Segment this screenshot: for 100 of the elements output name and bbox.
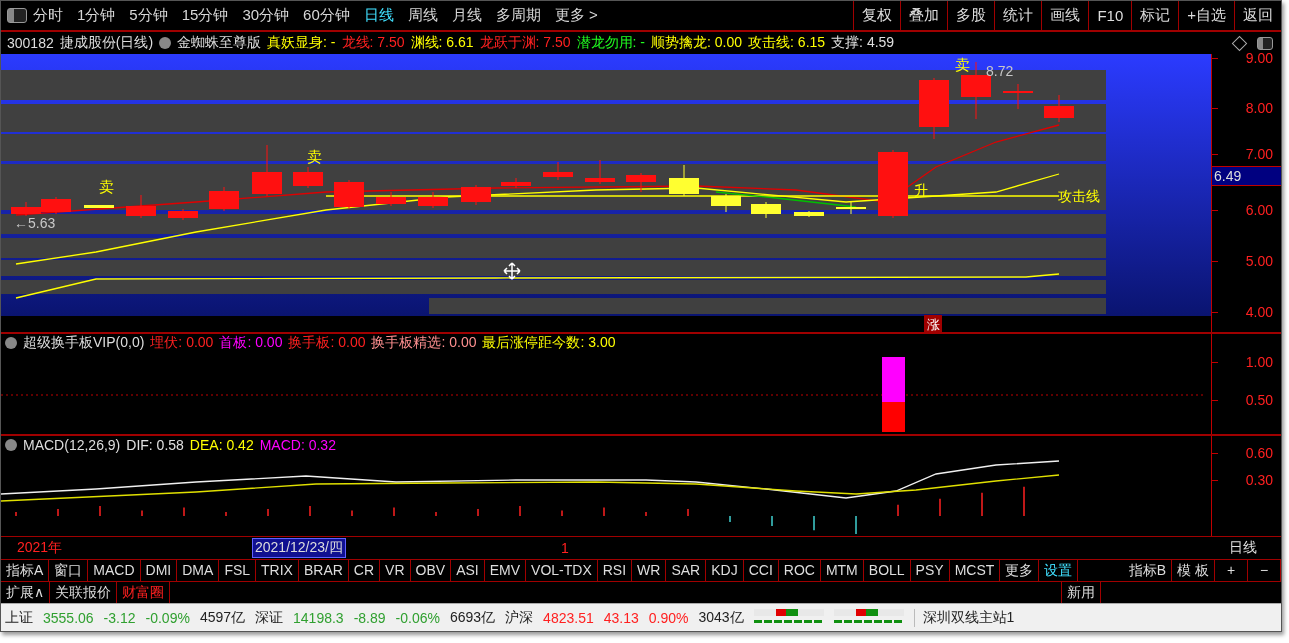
index-percent: -0.06% <box>395 609 440 626</box>
index-name: 上证 <box>5 608 33 627</box>
indicator-value: 支撑: 4.59 <box>831 34 895 52</box>
move-cursor-icon <box>503 262 521 280</box>
indicator-tab[interactable]: VR <box>380 560 411 581</box>
candlestick <box>168 208 198 221</box>
candlestick <box>334 179 364 210</box>
indicator-value: 渊线: 6.61 <box>410 34 474 52</box>
indicator-tool-button[interactable]: − <box>1248 560 1281 581</box>
indicator-tab[interactable]: MCST <box>949 560 1001 581</box>
toolbar-button[interactable]: F10 <box>1088 1 1132 30</box>
period-label: 日线 <box>1229 539 1257 557</box>
period-tab[interactable]: 周线 <box>407 6 438 25</box>
cursor-date-label: 2021/12/23/四 <box>252 538 346 558</box>
candlestick <box>669 164 699 197</box>
candlestick <box>501 177 531 189</box>
indicator-tab[interactable]: PSY <box>910 560 950 581</box>
indicator-tab[interactable]: CCI <box>743 560 779 581</box>
sell-signal-label: 卖 <box>954 56 970 73</box>
indicator-tab[interactable]: RSI <box>597 560 633 581</box>
indicator-tab[interactable]: ROC <box>778 560 821 581</box>
candlestick <box>794 210 824 218</box>
panel-toggle-icon[interactable] <box>7 8 27 23</box>
period-tab[interactable]: 30分钟 <box>242 6 290 25</box>
period-tab[interactable]: 月线 <box>451 6 482 25</box>
indicator-name: 超级换手板VIP(0,0) <box>23 334 145 352</box>
toolbar-button[interactable]: 叠加 <box>900 1 948 30</box>
indicator-tab[interactable]: EMV <box>484 560 527 581</box>
indicator-tab[interactable]: ASI <box>451 560 485 581</box>
toolbar-button[interactable]: 返回 <box>1234 1 1281 30</box>
period-tab[interactable]: 15分钟 <box>181 6 229 25</box>
indicator-tool-button[interactable]: + <box>1215 560 1248 581</box>
candlestick <box>209 186 239 212</box>
indicator-tab[interactable]: KDJ <box>706 560 744 581</box>
indicator-value: 顺势擒龙: 0.00 <box>651 34 743 52</box>
indicator-tool-button[interactable]: 模 板 <box>1172 560 1215 581</box>
toolbar-button[interactable]: 标记 <box>1131 1 1179 30</box>
indicator-tab[interactable]: DMI <box>140 560 178 581</box>
toolbar-button[interactable]: 复权 <box>853 1 901 30</box>
indicator-tab[interactable]: BRAR <box>298 560 349 581</box>
indicator-tab[interactable]: 设置 <box>1039 560 1079 581</box>
indicator-value: 龙线: 7.50 <box>341 34 405 52</box>
indicator-tab[interactable]: 指标A <box>1 560 50 581</box>
candlestick <box>585 159 615 185</box>
candlestick <box>626 172 656 193</box>
indicator-tool-button[interactable]: 指标B <box>1123 560 1173 581</box>
indicator-tab[interactable]: 窗口 <box>49 560 89 581</box>
sell-signal-label: 卖 <box>98 178 114 195</box>
server-label: 深圳双线主站1 <box>913 608 1015 627</box>
toolbar-button[interactable]: 统计 <box>994 1 1042 30</box>
indicator-tab[interactable]: VOL-TDX <box>526 560 598 581</box>
period-tab[interactable]: 5分钟 <box>129 6 168 25</box>
axis-label: 9.00 <box>1245 50 1273 66</box>
indicator-tab[interactable]: MTM <box>820 560 864 581</box>
collapse-icon[interactable] <box>5 439 17 451</box>
axis-label: 1.00 <box>1245 354 1273 370</box>
index-value: 4823.51 <box>543 609 594 626</box>
indicator-value: MACD: 0.32 <box>259 437 336 453</box>
period-tab[interactable]: 日线 <box>363 6 394 25</box>
month-label: 1 <box>560 540 569 556</box>
candlestick <box>252 144 282 197</box>
toolbar-button[interactable]: 画线 <box>1041 1 1089 30</box>
toolbar-button[interactable]: +自选 <box>1178 1 1234 30</box>
indicator-tab[interactable]: TRIX <box>256 560 299 581</box>
dropdown-icon[interactable] <box>159 37 172 49</box>
indicator-tab[interactable]: SAR <box>666 560 707 581</box>
toolbar-button[interactable]: 多股 <box>947 1 995 30</box>
candlestick <box>376 191 406 207</box>
candlestick <box>41 196 71 215</box>
index-percent: -0.09% <box>145 609 190 626</box>
indicator-value: 换手板精选: 0.00 <box>371 334 477 352</box>
period-tab[interactable]: 1分钟 <box>77 6 116 25</box>
panel-toggle-icon[interactable] <box>1257 36 1273 50</box>
indicator-tab[interactable]: BOLL <box>863 560 911 581</box>
axis-label: 0.50 <box>1245 392 1273 408</box>
indicator-value: 真妖显身: - <box>267 34 336 52</box>
axis-label: 4.00 <box>1245 304 1273 320</box>
indicator-value: 龙跃于渊: 7.50 <box>479 34 571 52</box>
indicator-tab[interactable]: CR <box>348 560 381 581</box>
candlestick <box>878 149 908 219</box>
indicator-value: 最后涨停距今数: 3.00 <box>482 334 616 352</box>
candlestick <box>836 201 866 215</box>
period-tab[interactable]: 更多 > <box>554 6 598 25</box>
indicator-value: 攻击线: 6.15 <box>748 34 826 52</box>
indicator-tab[interactable]: WR <box>632 560 667 581</box>
indicator-value: 首板: 0.00 <box>219 334 283 352</box>
indicator-tab[interactable]: MACD <box>88 560 141 581</box>
period-tab[interactable]: 多周期 <box>495 6 541 25</box>
period-tab[interactable]: 60分钟 <box>303 6 350 25</box>
indicator-tab[interactable]: 更多 <box>1000 560 1040 581</box>
indicator-tab[interactable]: FSL <box>219 560 257 581</box>
candlestick <box>751 201 781 219</box>
indicator-value: DIF: 0.58 <box>126 437 184 453</box>
axis-label: 8.00 <box>1245 100 1273 116</box>
indicator-tab[interactable]: DMA <box>177 560 220 581</box>
axis-label: 0.60 <box>1245 445 1273 461</box>
indicator-value: 埋伏: 0.00 <box>150 334 214 352</box>
indicator-tab[interactable]: OBV <box>410 560 452 581</box>
period-tab[interactable]: 分时 <box>33 6 63 25</box>
collapse-icon[interactable] <box>5 337 17 349</box>
